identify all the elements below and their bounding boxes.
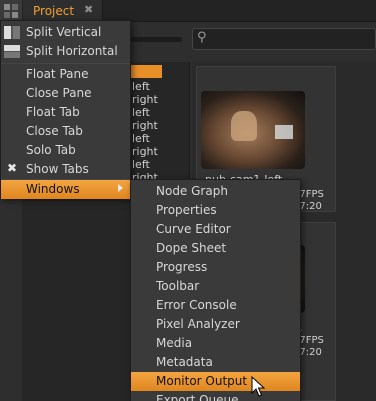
search-input[interactable]: ⚲ [192,28,376,50]
menu-separator [1,63,130,64]
submenu-item-monitor-output[interactable]: Monitor Output [131,372,300,391]
menu-item-solo-tab[interactable]: Solo Tab [1,141,130,160]
submenu-item-media[interactable]: Media [131,334,300,353]
pane-grid-icon-part [4,12,10,18]
menu-item-close-tab[interactable]: Close Tab [1,122,130,141]
search-icon: ⚲ [197,30,207,45]
menu-item-show-tabs[interactable]: ✖ Show Tabs [1,160,130,179]
submenu-arrow-icon [118,184,123,192]
list-item[interactable]: right [132,145,158,158]
menu-item-label: Close Pane [26,86,92,100]
pane-grid-icon-part [12,12,18,18]
submenu-item-curve-editor[interactable]: Curve Editor [131,220,300,239]
submenu-item-progress[interactable]: Progress [131,258,300,277]
pane-menu-button[interactable] [0,0,22,22]
menu-item-label: Split Vertical [26,25,102,39]
menu-item-label: Progress [156,260,208,274]
menu-item-label: Curve Editor [156,222,231,236]
menu-item-windows[interactable]: Windows [1,180,130,199]
submenu-item-properties[interactable]: Properties [131,201,300,220]
tab-project-label: Project [33,4,75,18]
pane-context-menu: Split Vertical Split Horizontal Float Pa… [0,20,131,199]
split-vertical-icon [4,26,20,39]
thumbnail-subject [231,111,257,141]
submenu-item-dope-sheet[interactable]: Dope Sheet [131,239,300,258]
menu-item-label: Pixel Analyzer [156,317,240,331]
tab-project[interactable]: Project ✖ [23,0,103,22]
checkmark-icon: ✖ [7,161,18,175]
tab-close-icon[interactable]: ✖ [84,3,93,16]
menu-item-label: Properties [156,203,217,217]
menu-item-label: Error Console [156,298,237,312]
submenu-item-metadata[interactable]: Metadata [131,353,300,372]
list-item[interactable]: right [132,119,158,132]
menu-item-label: Solo Tab [26,143,76,157]
list-item[interactable]: right [132,93,158,106]
pane-grid-icon-part [12,4,18,10]
menu-item-label: Float Pane [26,67,89,81]
thumbnail-size-slider[interactable] [130,37,182,42]
menu-item-label: Close Tab [26,124,83,138]
mouse-cursor-icon [251,376,265,397]
menu-item-label: Split Horizontal [26,44,118,58]
menu-item-label: Windows [26,182,80,196]
submenu-item-pixel-analyzer[interactable]: Pixel Analyzer [131,315,300,334]
menu-item-label: Metadata [156,355,213,369]
menu-item-label: Monitor Output [156,374,248,388]
list-item[interactable]: left [132,132,150,145]
list-item[interactable]: left [132,158,150,171]
pane-grid-icon [4,4,10,10]
list-item[interactable]: left [132,106,150,119]
menu-item-label: Toolbar [156,279,200,293]
menu-item-label: Float Tab [26,105,80,119]
menu-item-split-horizontal[interactable]: Split Horizontal [1,42,130,61]
thumbnail-subject [275,125,293,139]
menu-item-split-vertical[interactable]: Split Vertical [1,23,130,42]
menu-item-label: Dope Sheet [156,241,227,255]
menu-item-float-pane[interactable]: Float Pane [1,65,130,84]
submenu-item-node-graph[interactable]: Node Graph [131,182,300,201]
windows-submenu: Node Graph Properties Curve Editor Dope … [130,179,301,401]
menu-item-label: Media [156,336,193,350]
menu-item-close-pane[interactable]: Close Pane [1,84,130,103]
media-thumbnail [201,91,305,169]
list-item[interactable]: left [132,80,150,93]
submenu-item-error-console[interactable]: Error Console [131,296,300,315]
menu-item-float-tab[interactable]: Float Tab [1,103,130,122]
split-horizontal-icon [4,45,20,58]
menu-item-label: Node Graph [156,184,228,198]
menu-item-label: Show Tabs [26,162,89,176]
submenu-item-toolbar[interactable]: Toolbar [131,277,300,296]
menu-item-label: Export Queue [156,393,239,401]
tab-bar: Project ✖ [0,0,376,22]
submenu-item-export-queue[interactable]: Export Queue [131,391,300,401]
